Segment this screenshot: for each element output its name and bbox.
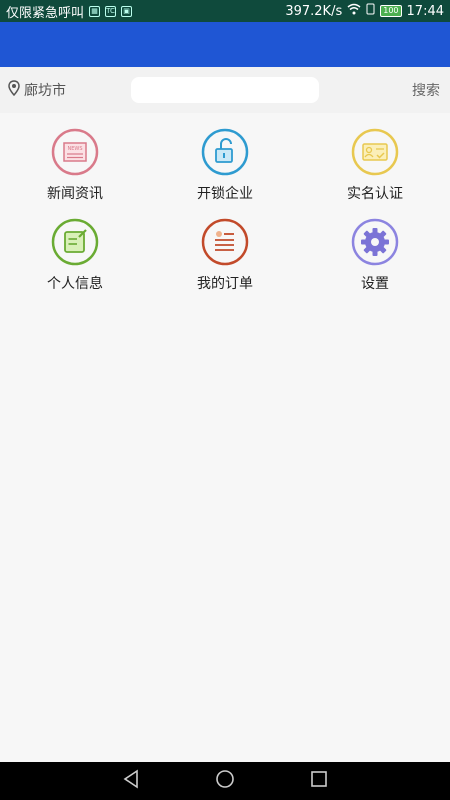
message-icon: ▣ [121,5,133,17]
search-input[interactable] [131,77,319,103]
notification-icon: ▦ [89,5,101,17]
carrier-text: 仅限紧急呼叫 [6,5,85,21]
location-pin-icon [8,80,20,100]
id-card-icon [351,128,399,176]
status-bar: 仅限紧急呼叫 ▦ TC ▣ 397.2K/s 100 17:44 [0,0,450,22]
recents-icon[interactable] [308,768,330,794]
news-icon: NEWS [51,128,99,176]
location-city: 廊坊市 [24,83,66,99]
unlock-icon [201,128,249,176]
menu-label-settings: 设置 [361,276,389,292]
menu-item-real-name-auth[interactable]: 实名认证 [300,127,450,203]
system-nav-bar [0,762,450,800]
menu-item-personal-info[interactable]: 个人信息 [0,217,150,293]
location-selector[interactable]: 廊坊市 [8,80,128,100]
order-list-icon [201,218,249,266]
menu-item-settings[interactable]: 设置 [300,217,450,293]
wifi-icon [347,3,361,19]
menu-label-real-name-auth: 实名认证 [347,186,403,202]
menu-label-personal-info: 个人信息 [47,276,103,292]
search-row: 廊坊市 搜索 [0,67,450,113]
menu-item-news[interactable]: NEWS 新闻资讯 [0,127,150,203]
menu-grid: NEWS 新闻资讯 开锁企业 实名认证 个人信息 我的订单 设置 [0,113,450,293]
sim-icon [366,3,375,19]
home-icon[interactable] [214,768,236,794]
network-speed: 397.2K/s [285,3,343,19]
battery-icon: 100 [380,5,402,17]
status-time: 17:44 [406,3,444,19]
search-button[interactable]: 搜索 [412,80,442,100]
menu-item-my-orders[interactable]: 我的订单 [150,217,300,293]
svg-text:NEWS: NEWS [67,146,82,152]
menu-label-my-orders: 我的订单 [197,276,253,292]
gear-icon [351,218,399,266]
menu-label-news: 新闻资讯 [47,186,103,202]
edit-note-icon [51,218,99,266]
menu-label-unlock-companies: 开锁企业 [197,186,253,202]
app-notification-icon: TC [105,5,117,17]
back-icon[interactable] [120,768,142,794]
menu-item-unlock-companies[interactable]: 开锁企业 [150,127,300,203]
app-bar [0,22,450,67]
